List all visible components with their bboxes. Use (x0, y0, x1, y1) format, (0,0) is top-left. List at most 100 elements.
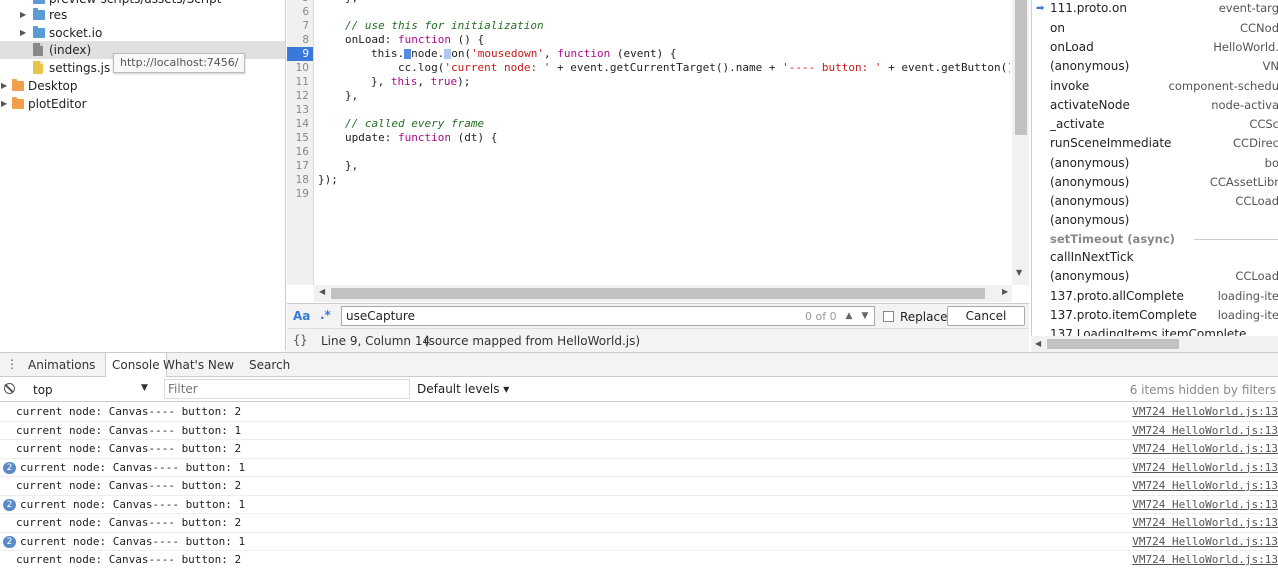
frame-location[interactable]: loading-ite (1218, 287, 1278, 306)
search-previous-icon[interactable]: ▲ (841, 308, 857, 324)
line-number[interactable]: 18 (287, 173, 309, 187)
pretty-print-button[interactable]: {} (293, 333, 307, 347)
tree-item-desktop[interactable]: ▶ Desktop (0, 77, 285, 95)
call-frame[interactable]: runSceneImmediate CCDirec (1032, 134, 1278, 153)
call-frame[interactable]: callInNextTick (1032, 248, 1278, 267)
line-number[interactable]: 12 (287, 89, 309, 103)
horizontal-scroll-thumb[interactable] (331, 288, 985, 299)
frame-location[interactable]: VN (1263, 57, 1278, 76)
frame-location[interactable]: component-schedu (1169, 77, 1278, 96)
call-frame[interactable]: 137.proto.allComplete loading-ite (1032, 287, 1278, 306)
call-frame[interactable]: 137.proto.itemComplete loading-ite (1032, 306, 1278, 325)
line-number[interactable]: 19 (287, 187, 309, 201)
call-frame[interactable]: (anonymous) CCLoad (1032, 192, 1278, 211)
line-number[interactable]: 6 (287, 5, 309, 19)
call-frame[interactable]: on CCNod (1032, 19, 1278, 38)
log-levels-dropdown[interactable]: Default levels ▾ (417, 382, 509, 396)
match-case-toggle[interactable]: Aa (293, 309, 310, 323)
message-source-link[interactable]: VM724 HelloWorld.js:13 (1132, 514, 1278, 532)
frame-location[interactable]: CCNod (1240, 19, 1278, 38)
tab-animations[interactable]: Animations (22, 353, 101, 378)
frame-location[interactable]: event-targ (1219, 0, 1278, 18)
call-frame[interactable]: invoke component-schedu (1032, 77, 1278, 96)
filter-input[interactable] (164, 379, 410, 399)
message-source-link[interactable]: VM724 HelloWorld.js:13 (1132, 551, 1278, 568)
cancel-button[interactable]: Cancel (947, 306, 1025, 326)
call-frame[interactable]: (anonymous) CCAssetLibr (1032, 173, 1278, 192)
line-number[interactable]: 7 (287, 19, 309, 33)
line-number[interactable]: 8 (287, 33, 309, 47)
message-source-link[interactable]: VM724 HelloWorld.js:13 (1132, 533, 1278, 551)
call-frame[interactable]: (anonymous) bo (1032, 154, 1278, 173)
scroll-down-arrow-icon[interactable]: ▼ (1016, 268, 1022, 277)
more-tools-menu-icon[interactable]: ⋮ (6, 357, 18, 371)
tab-whats-new[interactable]: What's New (157, 353, 240, 378)
line-number[interactable]: 10 (287, 61, 309, 75)
replace-checkbox[interactable] (883, 311, 894, 322)
scroll-left-arrow-icon[interactable]: ◀ (319, 287, 325, 296)
message-source-link[interactable]: VM724 HelloWorld.js:13 (1132, 496, 1278, 514)
search-next-icon[interactable]: ▼ (857, 308, 873, 324)
call-frame[interactable]: (anonymous) CCLoad (1032, 267, 1278, 286)
call-frame[interactable]: _activate CCSc (1032, 115, 1278, 134)
code-line-current: this. node. on('mousedown', function (even… (371, 47, 677, 60)
source-map-info[interactable]: (source mapped from HelloWorld.js) (424, 334, 640, 348)
frame-location[interactable]: CCLoad (1235, 192, 1278, 211)
vertical-scroll-thumb[interactable] (1015, 0, 1027, 135)
message-source-link[interactable]: VM724 HelloWorld.js:13 (1132, 459, 1278, 477)
frame-location[interactable]: loading-ite (1218, 306, 1278, 325)
expand-arrow-icon[interactable]: ▶ (20, 6, 26, 24)
tree-item-ploteditor[interactable]: ▶ plotEditor (0, 95, 285, 113)
tree-item-res[interactable]: ▶ res (0, 6, 285, 24)
frame-location[interactable]: bo (1265, 154, 1278, 173)
line-gutter[interactable]: 5 6 7 8 9 10 11 12 13 14 15 16 17 18 19 (287, 0, 314, 285)
message-source-link[interactable]: VM724 HelloWorld.js:13 (1132, 477, 1278, 495)
line-number[interactable]: 14 (287, 117, 309, 131)
code-content[interactable]: }, // use this for initialization onLoad… (318, 0, 1010, 285)
frame-location[interactable]: node-activa (1211, 96, 1278, 115)
drawer-tab-bar: ⋮ Animations Console What's New Search (0, 352, 1278, 379)
call-frame-current[interactable]: ➡ 111.proto.on event-targ (1032, 0, 1278, 18)
scroll-right-arrow-icon[interactable]: ▶ (1002, 287, 1008, 296)
tab-search[interactable]: Search (243, 353, 296, 378)
frame-location[interactable]: HelloWorld. (1213, 38, 1278, 57)
frame-location[interactable]: CCLoad (1235, 267, 1278, 286)
regex-toggle[interactable]: .* (320, 308, 331, 322)
call-frame[interactable]: (anonymous) (1032, 211, 1278, 230)
expand-arrow-icon[interactable]: ▶ (1, 95, 7, 113)
match-count: 0 of 0 (805, 310, 837, 323)
inline-breakpoint-icon[interactable] (404, 49, 412, 59)
call-frame[interactable]: (anonymous) VN (1032, 57, 1278, 76)
line-number[interactable]: 15 (287, 131, 309, 145)
dropdown-arrow-icon[interactable]: ▼ (141, 383, 148, 393)
line-number[interactable]: 17 (287, 159, 309, 173)
call-stack-scroll-thumb[interactable] (1047, 339, 1179, 349)
line-number[interactable]: 16 (287, 145, 309, 159)
code-line: }, (345, 0, 358, 5)
line-number[interactable]: 11 (287, 75, 309, 89)
message-source-link[interactable]: VM724 HelloWorld.js:13 (1132, 422, 1278, 440)
active-line-number[interactable]: 9 (287, 47, 313, 61)
code-line: // called every frame (345, 117, 485, 130)
frame-location[interactable]: CCDirec (1233, 134, 1278, 153)
clear-console-icon[interactable] (4, 383, 15, 394)
inline-breakpoint-icon[interactable] (444, 49, 452, 59)
message-source-link[interactable]: VM724 HelloWorld.js:13 (1132, 440, 1278, 458)
current-frame-arrow-icon: ➡ (1036, 3, 1045, 14)
hidden-items-count: 6 items hidden by filters (1129, 383, 1276, 397)
call-frame[interactable]: onLoad HelloWorld. (1032, 38, 1278, 57)
context-selector[interactable]: top (33, 383, 53, 397)
expand-arrow-icon[interactable]: ▶ (20, 24, 26, 42)
code-editor[interactable]: 5 6 7 8 9 10 11 12 13 14 15 16 17 18 19 … (287, 0, 1029, 303)
frame-location[interactable]: CCAssetLibr (1210, 173, 1278, 192)
tree-item-socket-io[interactable]: ▶ socket.io (0, 24, 285, 42)
line-number[interactable]: 13 (287, 103, 309, 117)
search-input[interactable] (341, 306, 875, 326)
frame-location[interactable]: CCSc (1249, 115, 1278, 134)
frame-function: 137.proto.itemComplete (1050, 308, 1197, 322)
expand-arrow-icon[interactable]: ▶ (1, 77, 7, 95)
message-source-link[interactable]: VM724 HelloWorld.js:13 (1132, 403, 1278, 421)
call-frame[interactable]: activateNode node-activa (1032, 96, 1278, 115)
scroll-left-arrow-icon[interactable]: ◀ (1035, 339, 1041, 348)
message-text: current node: Canvas---- button: 2 (16, 553, 242, 566)
